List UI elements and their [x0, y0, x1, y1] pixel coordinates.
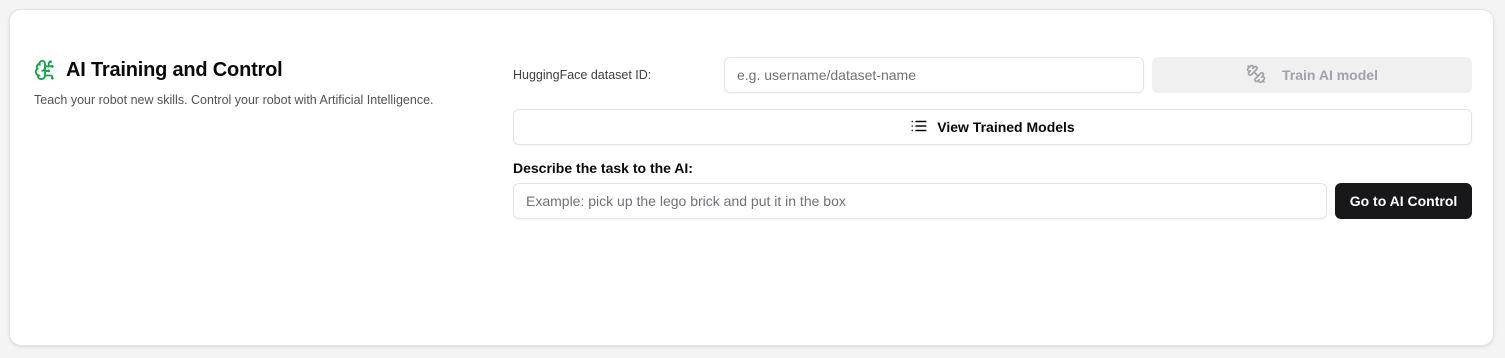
brain-icon: [34, 58, 56, 82]
train-button-label: Train AI model: [1282, 67, 1378, 83]
task-description-input[interactable]: [513, 183, 1327, 219]
ai-training-card: AI Training and Control Teach your robot…: [9, 9, 1494, 346]
task-description-label: Describe the task to the AI:: [513, 160, 693, 176]
card-header: AI Training and Control Teach your robot…: [34, 58, 474, 108]
title-row: AI Training and Control: [34, 58, 474, 82]
dataset-id-input[interactable]: [724, 57, 1144, 93]
page-title: AI Training and Control: [66, 58, 283, 81]
training-control-form: HuggingFace dataset ID: Train AI model: [513, 57, 1472, 219]
view-models-label: View Trained Models: [937, 119, 1075, 135]
task-row: Go to AI Control: [513, 183, 1472, 219]
page-subtitle: Teach your robot new skills. Control you…: [34, 93, 434, 107]
dumbbell-icon: [1246, 64, 1266, 87]
list-icon: [910, 117, 928, 138]
go-to-ai-control-button[interactable]: Go to AI Control: [1335, 183, 1472, 219]
dataset-label: HuggingFace dataset ID:: [513, 68, 652, 82]
view-trained-models-button[interactable]: View Trained Models: [513, 109, 1472, 145]
train-ai-model-button[interactable]: Train AI model: [1152, 57, 1472, 93]
dataset-row: HuggingFace dataset ID: Train AI model: [513, 57, 1472, 93]
